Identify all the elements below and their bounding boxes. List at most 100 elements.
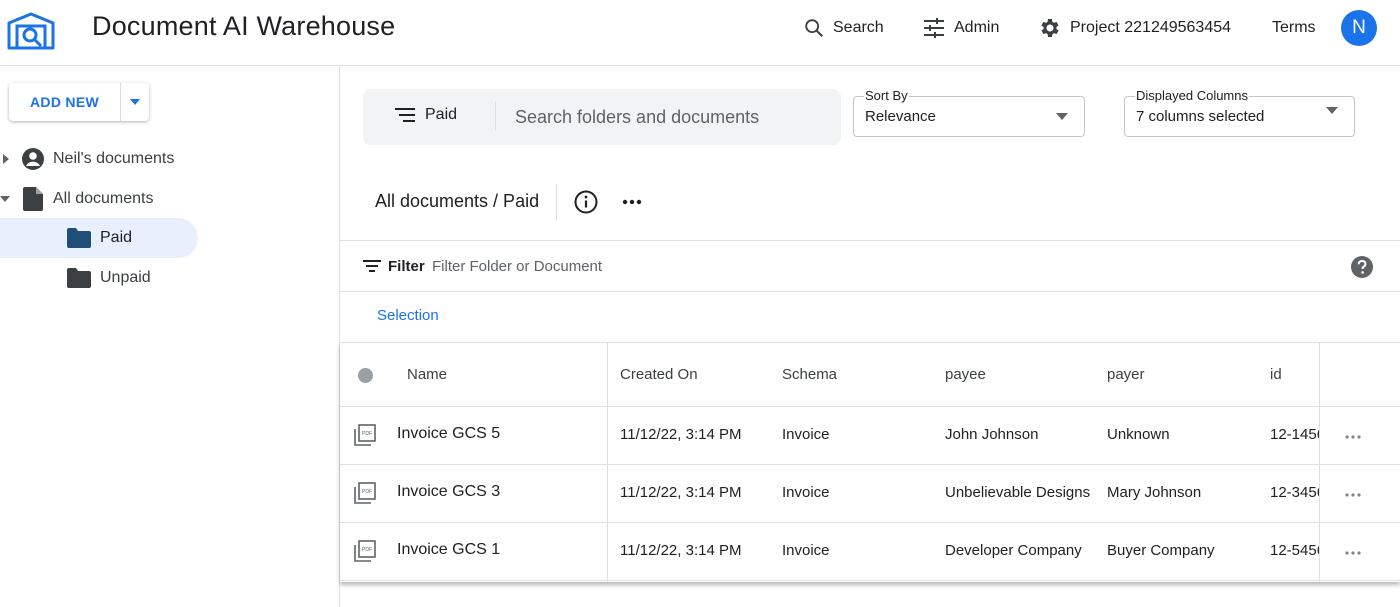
displayed-columns-label: Displayed Columns (1135, 88, 1249, 103)
table-header: Name Created On Schema payee payer id (340, 342, 1400, 407)
tree-item-paid[interactable]: Paid (0, 218, 198, 258)
caret-down-icon (130, 99, 140, 105)
column-header-schema[interactable]: Schema (782, 366, 837, 383)
tree-item-label: Unpaid (100, 269, 151, 286)
cell-schema: Invoice (782, 542, 830, 559)
search-bar: Paid (363, 89, 841, 145)
pdf-file-icon: PDF (354, 482, 376, 504)
menu-lines-icon (395, 108, 415, 122)
svg-text:PDF: PDF (362, 431, 372, 437)
cell-created-on: 11/12/22, 3:14 PM (620, 542, 742, 559)
add-new-dropdown-button[interactable] (121, 83, 149, 121)
displayed-columns-value: 7 columns selected (1136, 108, 1265, 125)
caret-down-icon (1326, 107, 1338, 114)
header-project-label: Project 221249563454 (1070, 19, 1232, 36)
breadcrumb: All documents / Paid (375, 191, 540, 211)
table-row[interactable]: PDF Invoice GCS 3 11/12/22, 3:14 PM Invo… (340, 465, 1400, 523)
header-search-button[interactable]: Search (803, 14, 884, 42)
cell-payee: Developer Company (945, 542, 1082, 559)
column-header-created-on[interactable]: Created On (620, 366, 698, 383)
document-icon (23, 187, 43, 211)
column-header-id[interactable]: id (1270, 366, 1282, 383)
caret-down-icon (1056, 113, 1068, 120)
tree-item-unpaid[interactable]: Unpaid (0, 258, 330, 298)
tree-item-all-documents[interactable]: All documents (0, 179, 330, 219)
column-divider[interactable] (607, 342, 608, 582)
more-horizontal-icon[interactable] (1343, 543, 1363, 563)
header-project-button[interactable]: Project 221249563454 (1038, 14, 1231, 42)
header-terms-link[interactable]: Terms (1272, 14, 1316, 42)
folder-icon (67, 228, 91, 248)
documents-table: Name Created On Schema payee payer id PD… (340, 342, 1400, 582)
table-row[interactable]: PDF Invoice GCS 5 11/12/22, 3:14 PM Invo… (340, 407, 1400, 465)
search-input[interactable] (515, 103, 825, 131)
column-header-payer[interactable]: payer (1107, 366, 1145, 383)
filter-bar: Filter (340, 240, 1400, 292)
cell-id: 12-5456 (1270, 542, 1319, 559)
info-icon[interactable] (574, 190, 598, 214)
cell-name: Invoice GCS 3 (397, 483, 501, 500)
search-scope-label: Paid (425, 106, 458, 123)
cell-name: Invoice GCS 1 (397, 541, 501, 558)
tree-item-label: Neil's documents (53, 150, 175, 167)
displayed-columns-select[interactable]: Displayed Columns 7 columns selected (1124, 88, 1355, 137)
tree-item-label: All documents (53, 190, 154, 207)
table-row[interactable]: PDF Invoice GCS 1 11/12/22, 3:14 PM Invo… (340, 523, 1400, 581)
cell-payee: John Johnson (945, 426, 1039, 443)
more-horizontal-icon[interactable] (1343, 485, 1363, 505)
more-horizontal-icon[interactable] (1343, 427, 1363, 447)
pdf-file-icon: PDF (354, 424, 376, 446)
more-horizontal-icon[interactable] (621, 190, 643, 214)
pdf-file-icon: PDF (354, 540, 376, 562)
app-title: Document AI Warehouse (92, 11, 396, 41)
caret-right-icon[interactable] (1, 154, 11, 164)
select-all-checkbox[interactable] (358, 368, 373, 383)
cell-created-on: 11/12/22, 3:14 PM (620, 484, 742, 501)
column-divider (1319, 342, 1320, 582)
header-search-label: Search (833, 19, 884, 36)
filter-input[interactable] (432, 256, 832, 276)
caret-down-icon[interactable] (0, 194, 10, 204)
sort-by-select[interactable]: Sort By Relevance (853, 88, 1085, 137)
cell-schema: Invoice (782, 484, 830, 501)
folder-icon (67, 268, 91, 288)
sidebar: ADD NEW Neil's documents All documents P… (0, 66, 340, 607)
app-header: Document AI Warehouse Search Admin Proje… (0, 0, 1400, 66)
help-icon[interactable] (1351, 256, 1373, 278)
avatar-initial: N (1352, 17, 1366, 38)
person-icon (22, 148, 44, 170)
filter-icon (363, 260, 381, 272)
selection-link[interactable]: Selection (377, 307, 439, 324)
tree-item-label: Paid (100, 229, 133, 246)
svg-text:PDF: PDF (362, 489, 372, 495)
cell-payee: Unbelievable Designs (945, 484, 1091, 501)
sort-by-label: Sort By (864, 88, 909, 103)
sort-by-value: Relevance (865, 108, 936, 125)
gear-icon (1041, 19, 1059, 37)
warehouse-logo-icon[interactable] (6, 11, 56, 51)
cell-payer: Mary Johnson (1107, 484, 1202, 501)
filter-label: Filter (388, 258, 425, 275)
cell-payer: Buyer Company (1107, 542, 1215, 559)
header-admin-button[interactable]: Admin (922, 14, 999, 42)
search-divider (495, 101, 496, 131)
cell-name: Invoice GCS 5 (397, 425, 501, 442)
svg-text:PDF: PDF (362, 547, 372, 553)
cell-payer: Unknown (1107, 426, 1170, 443)
tune-icon (924, 18, 944, 38)
cell-id: 12-1456 (1270, 426, 1319, 443)
column-header-name[interactable]: Name (407, 366, 447, 383)
tree-item-neils-documents[interactable]: Neil's documents (0, 139, 330, 179)
add-new-button[interactable]: ADD NEW (9, 83, 121, 121)
search-scope-chip[interactable]: Paid (393, 106, 457, 124)
column-header-payee[interactable]: payee (945, 366, 986, 383)
add-new-split-button: ADD NEW (9, 83, 149, 121)
header-terms-label: Terms (1272, 19, 1316, 36)
header-admin-label: Admin (954, 19, 1000, 36)
user-avatar[interactable]: N (1341, 10, 1377, 46)
cell-id: 12-3456 (1270, 484, 1319, 501)
breadcrumb-divider (556, 184, 557, 220)
search-icon (805, 19, 823, 37)
cell-created-on: 11/12/22, 3:14 PM (620, 426, 742, 443)
cell-schema: Invoice (782, 426, 830, 443)
